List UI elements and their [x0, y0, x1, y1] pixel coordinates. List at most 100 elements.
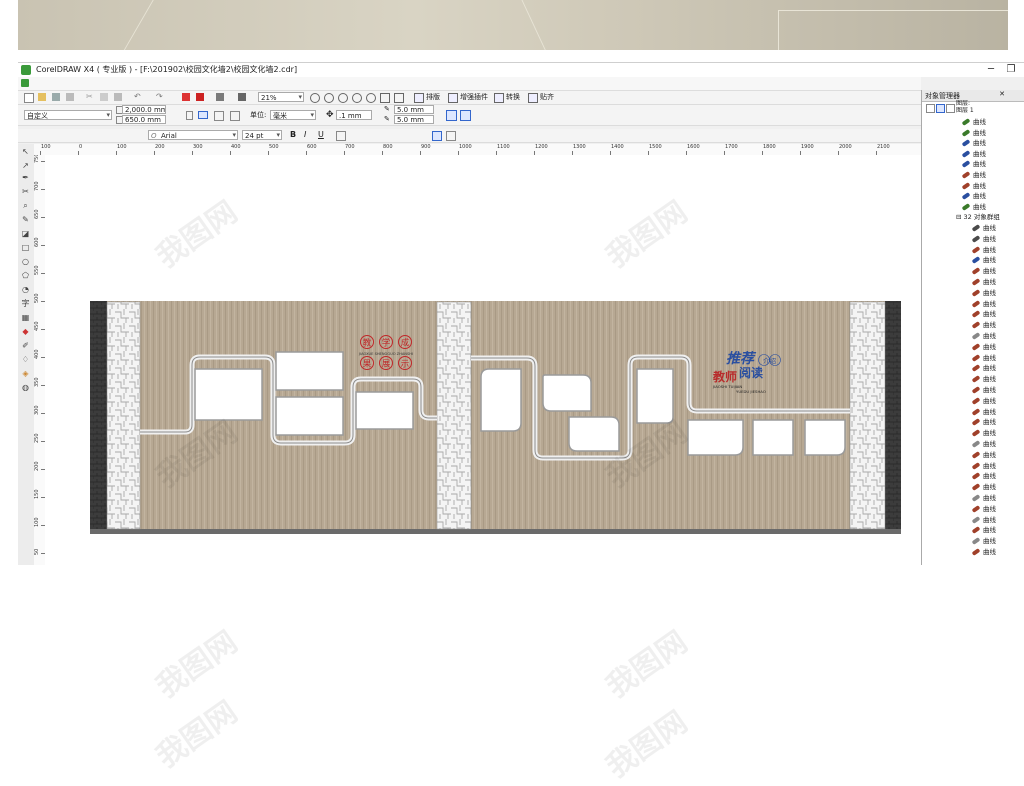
- object-row-curve[interactable]: 曲线: [971, 417, 996, 427]
- restore-button[interactable]: ❐: [1000, 63, 1022, 77]
- object-row-curve[interactable]: 曲线: [961, 117, 986, 127]
- show-properties-icon[interactable]: [926, 104, 935, 113]
- all-pages-icon[interactable]: [214, 111, 224, 121]
- object-row-curve[interactable]: 曲线: [971, 374, 996, 384]
- new-icon[interactable]: [24, 93, 34, 103]
- undo-icon[interactable]: ↶: [134, 93, 142, 101]
- shape-tool-icon[interactable]: ↗: [21, 162, 30, 170]
- convert-icon[interactable]: [494, 93, 504, 103]
- unit-select[interactable]: 毫米: [270, 110, 316, 120]
- object-row-curve[interactable]: 曲线: [971, 299, 996, 309]
- paper-preset-select[interactable]: 自定义: [24, 110, 112, 120]
- open-icon[interactable]: [38, 93, 46, 101]
- object-row-curve[interactable]: 曲线: [961, 159, 986, 169]
- layer-manager-icon[interactable]: [946, 104, 955, 113]
- landscape-icon[interactable]: [198, 111, 208, 119]
- page-width-field[interactable]: 2,000.0 mm: [122, 105, 166, 114]
- interactive-fill-icon[interactable]: ◍: [21, 384, 30, 392]
- object-row-curve[interactable]: 曲线: [971, 407, 996, 417]
- eyedropper-icon[interactable]: ✐: [21, 342, 30, 350]
- cut-icon[interactable]: ✂: [86, 93, 94, 101]
- object-row-group[interactable]: ⊟ 32 对象群组: [956, 212, 1000, 222]
- object-row-curve[interactable]: 曲线: [971, 439, 996, 449]
- print-icon[interactable]: [66, 93, 74, 101]
- export-icon[interactable]: [196, 93, 204, 101]
- object-row-curve[interactable]: 曲线: [971, 223, 996, 233]
- copy-icon[interactable]: [100, 93, 108, 101]
- object-row-curve[interactable]: 曲线: [971, 461, 996, 471]
- zoom-out-icon[interactable]: [324, 93, 334, 103]
- zoom-all-icon[interactable]: [352, 93, 362, 103]
- basic-shapes-icon[interactable]: ◔: [21, 286, 30, 294]
- ellipse-tool-icon[interactable]: ○: [21, 258, 30, 266]
- object-row-curve[interactable]: 曲线: [971, 536, 996, 546]
- underline-icon[interactable]: U: [318, 131, 326, 139]
- object-row-curve[interactable]: 曲线: [961, 181, 986, 191]
- duplicate-distance-x[interactable]: 5.0 mm: [394, 105, 434, 114]
- italic-icon[interactable]: I: [304, 131, 312, 139]
- page-height-field[interactable]: 650.0 mm: [122, 115, 166, 124]
- units-icon[interactable]: [446, 110, 457, 121]
- paste-icon[interactable]: [114, 93, 122, 101]
- import-icon[interactable]: [182, 93, 190, 101]
- table-tool-icon[interactable]: ▦: [21, 314, 30, 322]
- zoom-in-icon[interactable]: [310, 93, 320, 103]
- object-row-curve[interactable]: 曲线: [971, 396, 996, 406]
- fill-tool-icon[interactable]: ◈: [21, 370, 30, 378]
- zoom-width-icon[interactable]: [380, 93, 390, 103]
- zoom-tool-icon[interactable]: ⌕: [21, 202, 30, 210]
- crop-tool-icon[interactable]: ✂: [21, 188, 30, 196]
- object-row-curve[interactable]: 曲线: [961, 202, 986, 212]
- object-row-curve[interactable]: 曲线: [971, 525, 996, 535]
- object-row-curve[interactable]: 曲线: [971, 266, 996, 276]
- zoom-level-select[interactable]: 21%: [258, 92, 304, 102]
- snap-icon[interactable]: [528, 93, 538, 103]
- convert-button[interactable]: 转换: [506, 92, 520, 103]
- object-row-curve[interactable]: 曲线: [971, 342, 996, 352]
- font-size-select[interactable]: 24 pt: [242, 130, 282, 140]
- collapse-icon[interactable]: ⊟: [956, 213, 964, 221]
- treat-as-filled-icon[interactable]: [460, 110, 471, 121]
- object-row-curve[interactable]: 曲线: [961, 138, 986, 148]
- enhance-plugin-button[interactable]: 增强插件: [460, 92, 488, 103]
- object-row-curve[interactable]: 曲线: [971, 450, 996, 460]
- object-row-curve[interactable]: 曲线: [971, 255, 996, 265]
- layout-icon[interactable]: [414, 93, 424, 103]
- edit-across-layers-icon[interactable]: [936, 104, 945, 113]
- pick-tool-icon[interactable]: ↖: [21, 148, 30, 156]
- object-row-curve[interactable]: 曲线: [971, 234, 996, 244]
- smart-fill-icon[interactable]: ◪: [21, 230, 30, 238]
- object-row-curve[interactable]: 曲线: [971, 363, 996, 373]
- columns-icon[interactable]: [446, 131, 456, 141]
- outline-tool-icon[interactable]: ♢: [21, 356, 30, 364]
- portrait-icon[interactable]: [186, 111, 193, 120]
- object-row-curve[interactable]: 曲线: [971, 309, 996, 319]
- layout-button[interactable]: 排版: [426, 92, 440, 103]
- object-row-curve[interactable]: 曲线: [971, 353, 996, 363]
- freehand-tool-icon[interactable]: ✎: [21, 216, 30, 224]
- align-icon[interactable]: [336, 131, 346, 141]
- panel-close-icon[interactable]: ✕: [999, 90, 1005, 98]
- plugin-icon[interactable]: [448, 93, 458, 103]
- nudge-field[interactable]: .1 mm: [336, 110, 372, 120]
- polygon-tool-icon[interactable]: ⬠: [21, 272, 30, 280]
- layer-name[interactable]: 图层 1: [956, 107, 974, 115]
- zoom-selected-icon[interactable]: [338, 93, 348, 103]
- duplicate-distance-y[interactable]: 5.0 mm: [394, 115, 434, 124]
- object-row-curve[interactable]: 曲线: [971, 245, 996, 255]
- current-page-icon[interactable]: [230, 111, 240, 121]
- zoom-height-icon[interactable]: [394, 93, 404, 103]
- object-row-curve[interactable]: 曲线: [971, 482, 996, 492]
- rectangle-tool-icon[interactable]: □: [21, 244, 30, 252]
- object-row-curve[interactable]: 曲线: [961, 149, 986, 159]
- object-row-curve[interactable]: 曲线: [971, 547, 996, 557]
- save-icon[interactable]: [52, 93, 60, 101]
- interactive-tool-icon[interactable]: ◆: [21, 328, 30, 336]
- object-row-curve[interactable]: 曲线: [971, 331, 996, 341]
- object-row-curve[interactable]: 曲线: [971, 385, 996, 395]
- object-row-curve[interactable]: 曲线: [971, 493, 996, 503]
- smudge-tool-icon[interactable]: ✒: [21, 174, 30, 182]
- object-row-curve[interactable]: 曲线: [971, 504, 996, 514]
- object-row-curve[interactable]: 曲线: [971, 428, 996, 438]
- object-row-curve[interactable]: 曲线: [971, 471, 996, 481]
